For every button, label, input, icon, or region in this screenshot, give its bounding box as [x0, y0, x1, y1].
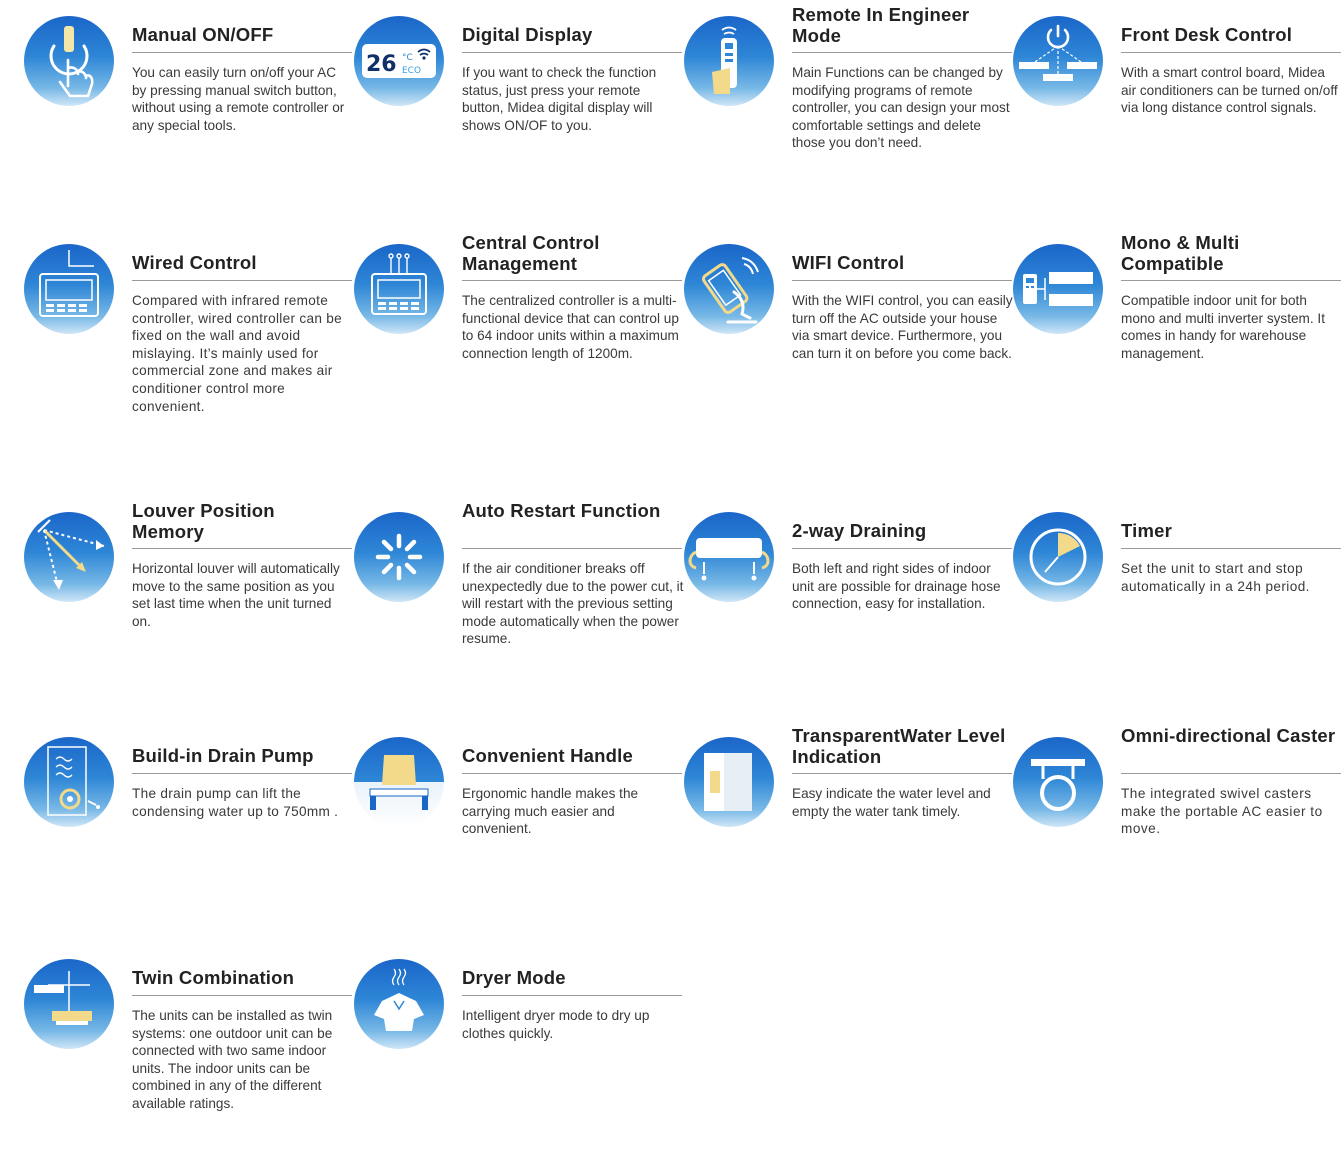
feature-title: Wired Control — [132, 252, 257, 273]
feature-title: Omni-directional Caster — [1121, 725, 1336, 746]
divider — [1121, 548, 1341, 549]
central-controller-icon — [354, 244, 444, 334]
divider — [132, 773, 352, 774]
louver-arrows-icon — [24, 512, 114, 602]
feature-auto-restart: Auto Restart Function If the air conditi… — [354, 496, 684, 696]
feature-description: Easy indicate the water level and empty … — [792, 786, 991, 819]
feature-dryer-mode: Dryer Mode Intelligent dryer mode to dry… — [354, 955, 684, 1155]
feature-description: With the WIFI control, you can easily tu… — [792, 293, 1013, 361]
feature-title: Auto Restart Function — [462, 500, 661, 521]
drain-pump-icon — [24, 737, 114, 827]
digital-display-icon: 26 °C ECO — [354, 16, 444, 106]
feature-description: Horizontal louver will automatically mov… — [132, 561, 340, 629]
divider — [792, 548, 1012, 549]
feature-twin-combination: Twin Combination The units can be instal… — [24, 955, 354, 1155]
feature-digital-display: 26 °C ECO Digital Display If you want to… — [354, 12, 684, 212]
divider — [462, 52, 682, 53]
feature-manual-on-off: Manual ON/OFF You can easily turn on/off… — [24, 12, 354, 212]
shirt-dryer-icon — [354, 959, 444, 1049]
water-tank-icon — [684, 737, 774, 827]
display-eco: ECO — [402, 66, 421, 76]
divider — [462, 773, 682, 774]
feature-description: Compatible indoor unit for both mono and… — [1121, 293, 1325, 361]
feature-wifi-control: WIFI Control With the WIFI control, you … — [684, 240, 1014, 440]
divider — [1121, 280, 1341, 281]
feature-mono-multi: Mono & Multi Compatible Compatible indoo… — [1013, 228, 1343, 428]
feature-two-way-draining: 2-way Draining Both left and right sides… — [684, 508, 1014, 708]
feature-central-control: Central Control Management The centraliz… — [354, 228, 684, 428]
feature-description: Intelligent dryer mode to dry up clothes… — [462, 1008, 650, 1041]
divider — [792, 280, 1012, 281]
divider — [132, 995, 352, 996]
feature-title: Digital Display — [462, 24, 593, 45]
feature-description: The units can be installed as twin syste… — [132, 1008, 333, 1111]
front-desk-icon — [1013, 16, 1103, 106]
feature-description: The integrated swivel casters make the p… — [1121, 786, 1323, 837]
feature-title: Mono & Multi Compatible — [1121, 232, 1240, 274]
handle-grip-icon — [354, 737, 444, 827]
caster-wheel-icon — [1013, 737, 1103, 827]
feature-description: With a smart control board, Midea air co… — [1121, 65, 1338, 116]
divider — [132, 280, 352, 281]
feature-description: Set the unit to start and stop automatic… — [1121, 561, 1310, 594]
divider — [132, 52, 352, 53]
feature-description: Main Functions can be changed by modifyi… — [792, 65, 1010, 151]
divider — [792, 773, 1012, 774]
feature-remote-engineer-mode: Remote In Engineer Mode Main Functions c… — [684, 0, 1014, 200]
feature-title: Louver Position Memory — [132, 500, 275, 542]
feature-title: Timer — [1121, 520, 1173, 541]
divider — [462, 280, 682, 281]
feature-description: The centralized controller is a multi-fu… — [462, 293, 679, 361]
hand-press-icon — [24, 16, 114, 106]
feature-water-level: TransparentWater Level Indication Easy i… — [684, 721, 1014, 921]
feature-wired-control: Wired Control Compared with infrared rem… — [24, 240, 354, 440]
feature-description: If the air conditioner breaks off unexpe… — [462, 561, 684, 647]
feature-title: Remote In Engineer Mode — [792, 4, 970, 46]
divider — [1121, 773, 1341, 774]
feature-description: The drain pump can lift the condensing w… — [132, 786, 339, 819]
feature-convenient-handle: Convenient Handle Ergonomic handle makes… — [354, 733, 684, 933]
feature-title: Convenient Handle — [462, 745, 633, 766]
feature-timer: Timer Set the unit to start and stop aut… — [1013, 508, 1343, 708]
feature-front-desk-control: Front Desk Control With a smart control … — [1013, 12, 1343, 212]
divider — [132, 548, 352, 549]
feature-title: Build-in Drain Pump — [132, 745, 314, 766]
feature-title: Front Desk Control — [1121, 24, 1293, 45]
remote-control-icon — [684, 16, 774, 106]
feature-title: Central Control Management — [462, 232, 600, 274]
twin-units-icon — [24, 959, 114, 1049]
feature-description: Compared with infrared remote controller… — [132, 293, 342, 414]
feature-louver-memory: Louver Position Memory Horizontal louver… — [24, 496, 354, 696]
display-temperature: 26 — [366, 52, 397, 77]
timer-icon — [1013, 512, 1103, 602]
divider — [462, 548, 682, 549]
feature-description: If you want to check the function status… — [462, 65, 657, 133]
feature-description: You can easily turn on/off your AC by pr… — [132, 65, 345, 133]
wifi-phone-icon — [684, 244, 774, 334]
feature-title: Twin Combination — [132, 967, 295, 988]
feature-title: Dryer Mode — [462, 967, 566, 988]
feature-title: WIFI Control — [792, 252, 905, 273]
feature-drain-pump: Build-in Drain Pump The drain pump can l… — [24, 733, 354, 933]
feature-omni-caster: Omni-directional Caster The integrated s… — [1013, 721, 1343, 921]
feature-title: Manual ON/OFF — [132, 24, 274, 45]
feature-title: TransparentWater Level Indication — [792, 725, 1006, 767]
divider — [462, 995, 682, 996]
feature-description: Both left and right sides of indoor unit… — [792, 561, 1001, 612]
display-unit: °C — [402, 53, 413, 63]
draining-unit-icon — [684, 512, 774, 602]
divider — [792, 52, 1012, 53]
mono-multi-icon — [1013, 244, 1103, 334]
wired-controller-icon — [24, 244, 114, 334]
divider — [1121, 52, 1341, 53]
restart-spinner-icon — [354, 512, 444, 602]
feature-description: Ergonomic handle makes the carrying much… — [462, 786, 639, 837]
feature-title: 2-way Draining — [792, 520, 927, 541]
